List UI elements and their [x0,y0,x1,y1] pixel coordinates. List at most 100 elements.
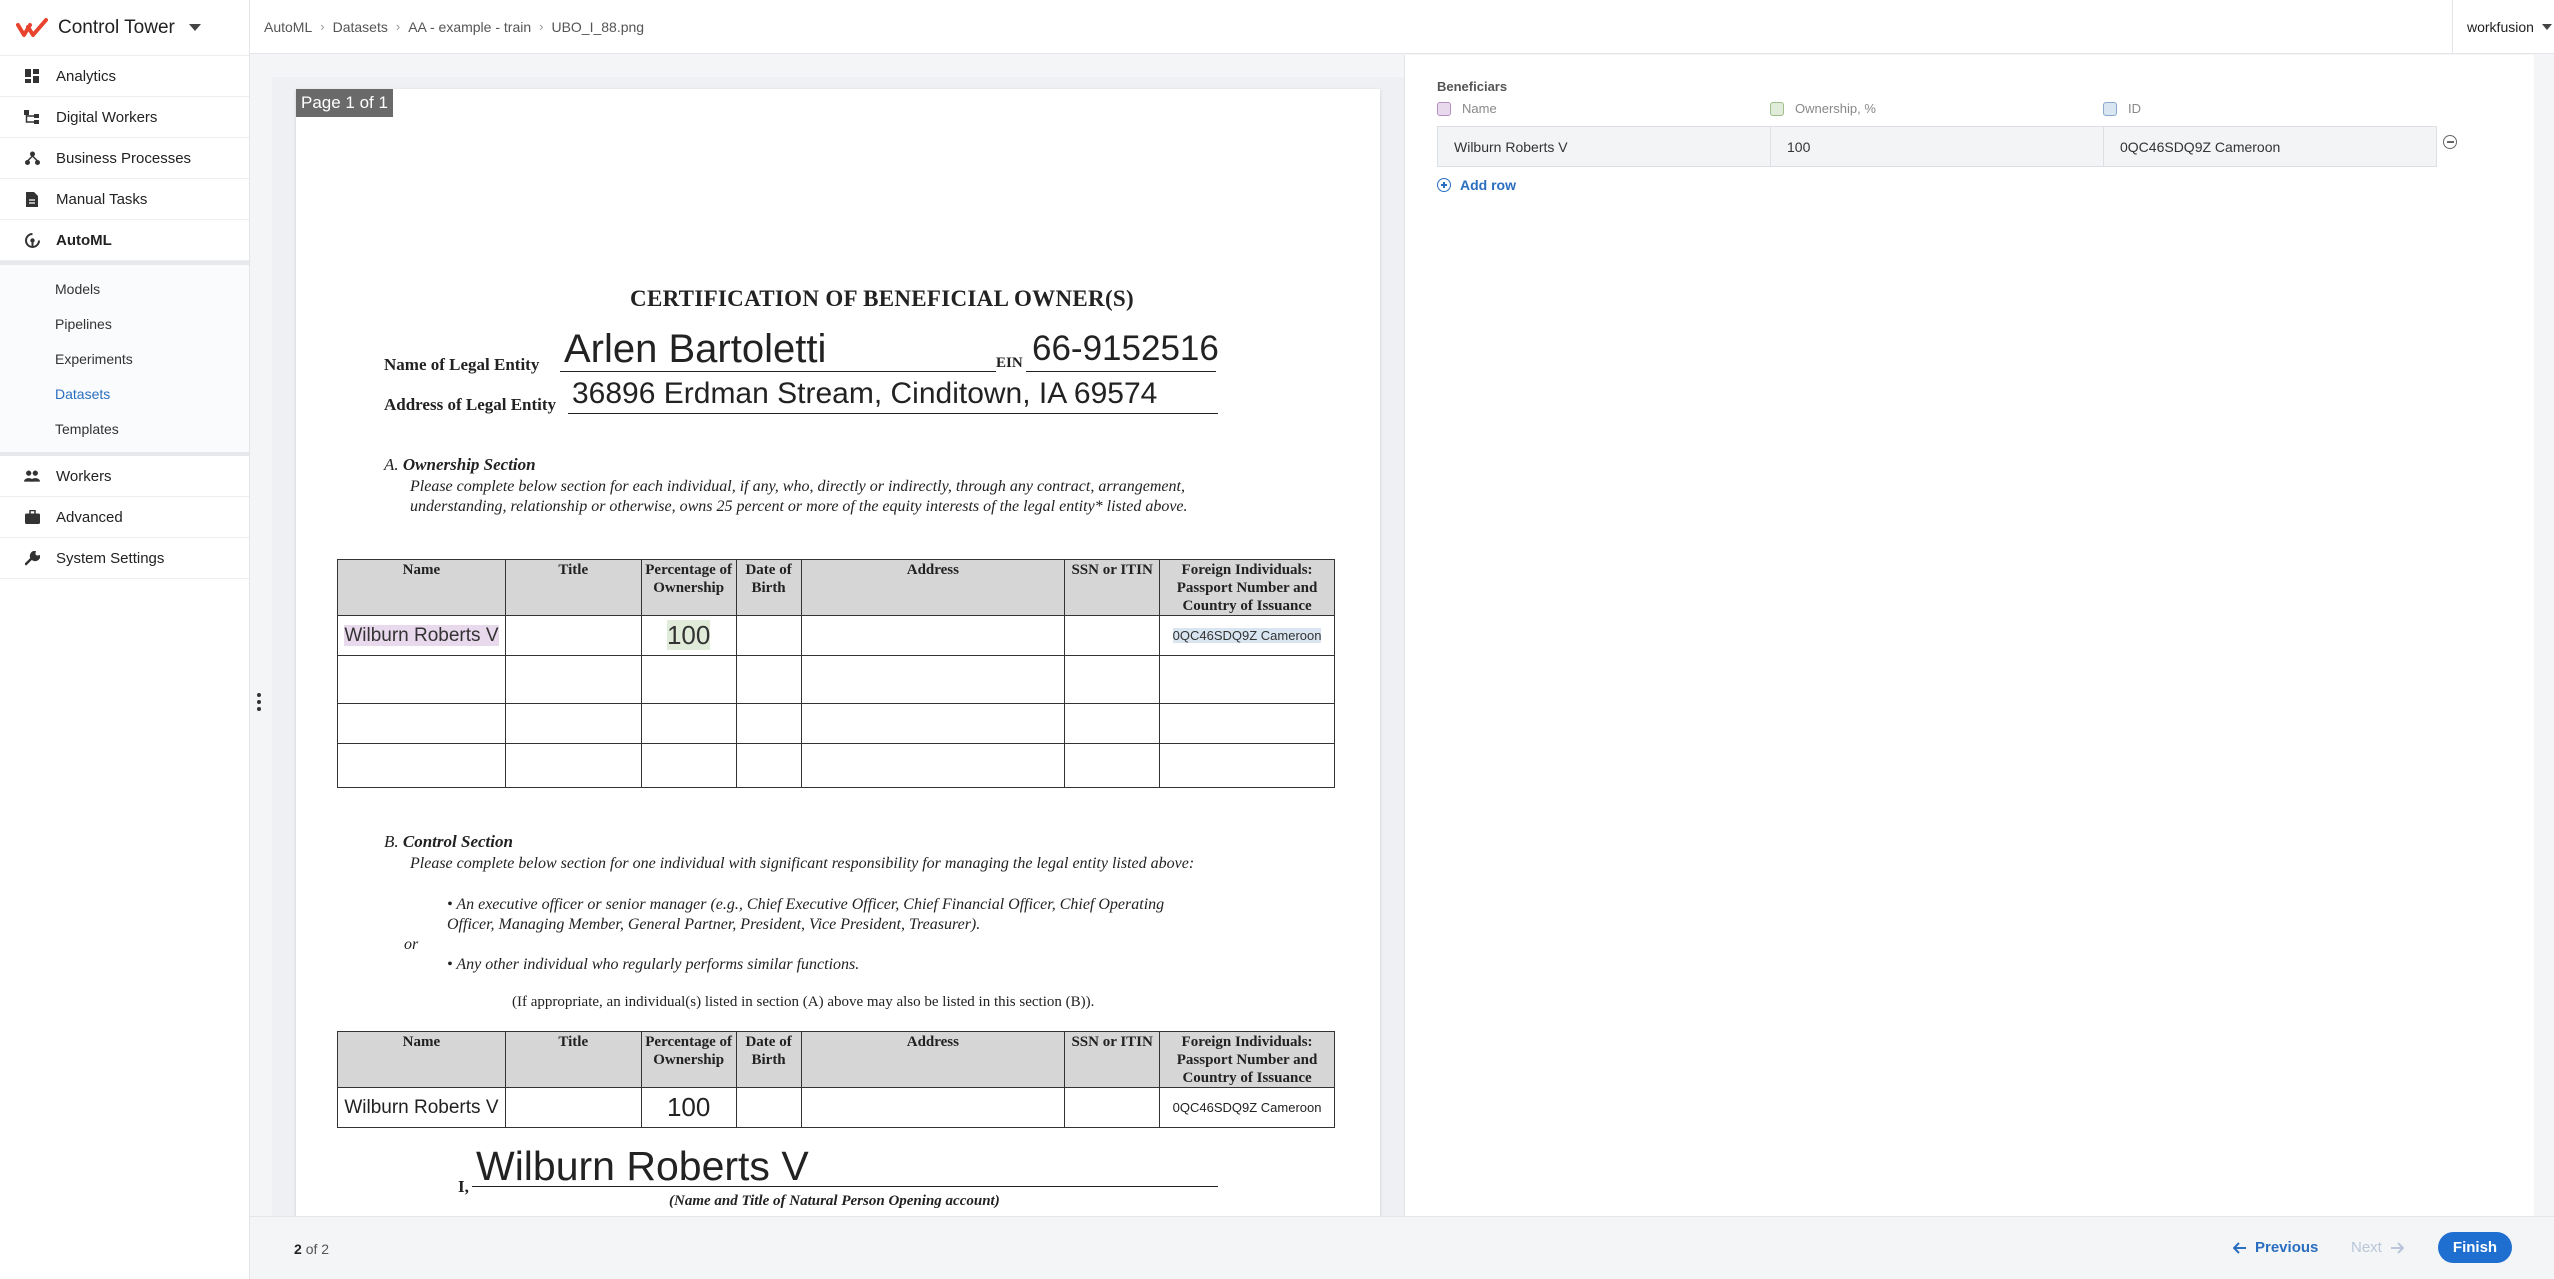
chevron-down-icon [188,24,201,31]
app-switcher[interactable]: Control Tower [0,0,249,56]
sidebar-item-label: System Settings [56,549,165,567]
document-page: CERTIFICATION OF BENEFICIAL OWNER(S) Nam… [296,89,1380,1216]
sidebar-item-label: Workers [56,467,112,485]
col-address-header: Address [800,559,1066,616]
sidebar-item-automl[interactable]: AutoML [0,220,249,261]
chevron-right-icon: › [539,19,544,34]
account-name: workfusion [2467,19,2534,35]
arrow-left-icon [2233,1241,2246,1254]
sidebar-item-business-processes[interactable]: Business Processes [0,138,249,179]
id-field[interactable]: 0QC46SDQ9Z Cameroon [2103,126,2437,167]
sidebar-item-label: Digital Workers [56,108,158,126]
sidebar-subitem-models[interactable]: Models [0,271,249,306]
col-ownership-header: Percentage of Ownership [640,1031,737,1088]
document-title: CERTIFICATION OF BENEFICIAL OWNER(S) [630,286,1134,311]
sidebar-subitem-templates[interactable]: Templates [0,411,249,446]
sidebar-item-label: AutoML [56,231,112,249]
sidebar-subitem-pipelines[interactable]: Pipelines [0,306,249,341]
next-button[interactable]: Next [2351,1239,2404,1256]
section-b-heading: B. Control Section [384,832,513,851]
legal-entity-value: Arlen Bartoletti [564,327,827,371]
briefcase-icon [24,509,40,525]
remove-row-icon[interactable] [2443,135,2457,149]
sign-name: Wilburn Roberts V [476,1143,809,1189]
col-passport-header: Foreign Individuals: Passport Number and… [1159,559,1335,616]
automl-icon [24,232,40,248]
flow-icon [24,150,40,166]
wrench-icon [24,550,40,566]
legal-entity-label: Name of Legal Entity [384,355,540,374]
breadcrumb-automl[interactable]: AutoML [264,19,312,35]
chevron-down-icon [2541,24,2552,30]
automl-subnav: Models Pipelines Experiments Datasets Te… [0,261,249,456]
sidebar-item-manual-tasks[interactable]: Manual Tasks [0,179,249,220]
annotated-ownership-cell[interactable]: 100 [640,615,737,656]
legal-entity-line [560,371,996,372]
annotation-panel: Beneficiars Name Ownership, % ID Wilburn… [1404,55,2534,1216]
dashboard-icon [24,68,40,84]
app-name: Control Tower [58,16,175,38]
sidebar-item-workers[interactable]: Workers [0,456,249,497]
table-row: Wilburn Roberts V 100 0QC46SDQ9Z Cameroo… [337,1087,1335,1128]
footer-bar: 2 of 2 Previous Next Finish [250,1216,2554,1279]
finish-button[interactable]: Finish [2438,1232,2512,1263]
sidebar-item-advanced[interactable]: Advanced [0,497,249,538]
col-name-header: Name [337,559,506,616]
section-b-note: (If appropriate, an individual(s) listed… [512,994,1095,1010]
section-a-heading: A. Ownership Section [384,455,536,474]
sign-caption: (Name and Title of Natural Person Openin… [669,1193,1000,1209]
color-swatch [1770,101,1784,116]
workfusion-logo-icon [16,17,48,37]
add-row-button[interactable]: Add row [1437,177,1516,193]
section-b-text: Please complete below section for one in… [410,855,1195,872]
annotated-id-cell[interactable]: 0QC46SDQ9Z Cameroon [1159,615,1335,656]
breadcrumb-dataset[interactable]: AA - example - train [408,19,531,35]
sidebar-item-label: Manual Tasks [56,190,148,208]
col-address-header: Address [800,1031,1066,1088]
annotated-name-cell[interactable]: Wilburn Roberts V [337,615,506,656]
column-header-ownership: Ownership, % [1770,101,1876,116]
sign-prefix: I, [458,1177,469,1196]
sidebar-item-digital-workers[interactable]: Digital Workers [0,97,249,138]
sidebar-item-label: Business Processes [56,149,192,167]
name-cell: Wilburn Roberts V [337,1087,506,1128]
sidebar-item-system-settings[interactable]: System Settings [0,538,249,579]
sidebar-subitem-datasets[interactable]: Datasets [0,376,249,411]
col-ownership-header: Percentage of Ownership [640,559,737,616]
ein-label: EIN [996,355,1023,371]
color-swatch [1437,101,1451,116]
hierarchy-icon [24,109,40,125]
sidebar-item-label: Analytics [56,67,117,85]
breadcrumb-file: UBO_I_88.png [551,18,645,35]
column-header-name: Name [1437,101,1497,116]
panel-title: Beneficiars [1437,79,1508,94]
sidebar-item-analytics[interactable]: Analytics [0,56,249,97]
page-indicator: Page 1 of 1 [296,89,393,117]
section-b-bullet-2: • Any other individual who regularly per… [447,956,860,973]
previous-button[interactable]: Previous [2233,1239,2318,1256]
sidebar-item-label: Advanced [56,508,123,526]
panel-resize-handle[interactable] [257,693,261,711]
section-a-text: Please complete below section for each i… [410,478,1188,515]
col-dob-header: Date of Birth [735,1031,802,1088]
breadcrumb: AutoML › Datasets › AA - example - train… [250,19,644,35]
ownership-cell: 100 [640,1087,737,1128]
sidebar: Control Tower Analytics Digital Workers … [0,0,250,1279]
people-icon [24,468,40,484]
color-swatch [2103,101,2117,116]
address-value: 36896 Erdman Stream, Cinditown, IA 69574 [572,377,1158,410]
arrow-right-icon [2390,1241,2404,1254]
item-counter: 2 of 2 [294,1241,330,1257]
col-ssn-header: SSN or ITIN [1064,1031,1161,1088]
account-menu[interactable]: workfusion [2452,0,2554,54]
document-viewer[interactable]: CERTIFICATION OF BENEFICIAL OWNER(S) Nam… [272,77,1404,1216]
sidebar-subitem-experiments[interactable]: Experiments [0,341,249,376]
breadcrumb-datasets[interactable]: Datasets [333,19,388,35]
sign-line [472,1186,1218,1187]
control-table: Name Title Percentage of Ownership Date … [337,1031,1335,1128]
name-field[interactable]: Wilburn Roberts V [1437,126,1771,167]
ownership-field[interactable]: 100 [1770,126,2104,167]
address-line [568,413,1218,414]
id-cell: 0QC46SDQ9Z Cameroon [1159,1087,1335,1128]
table-row [337,743,1335,788]
